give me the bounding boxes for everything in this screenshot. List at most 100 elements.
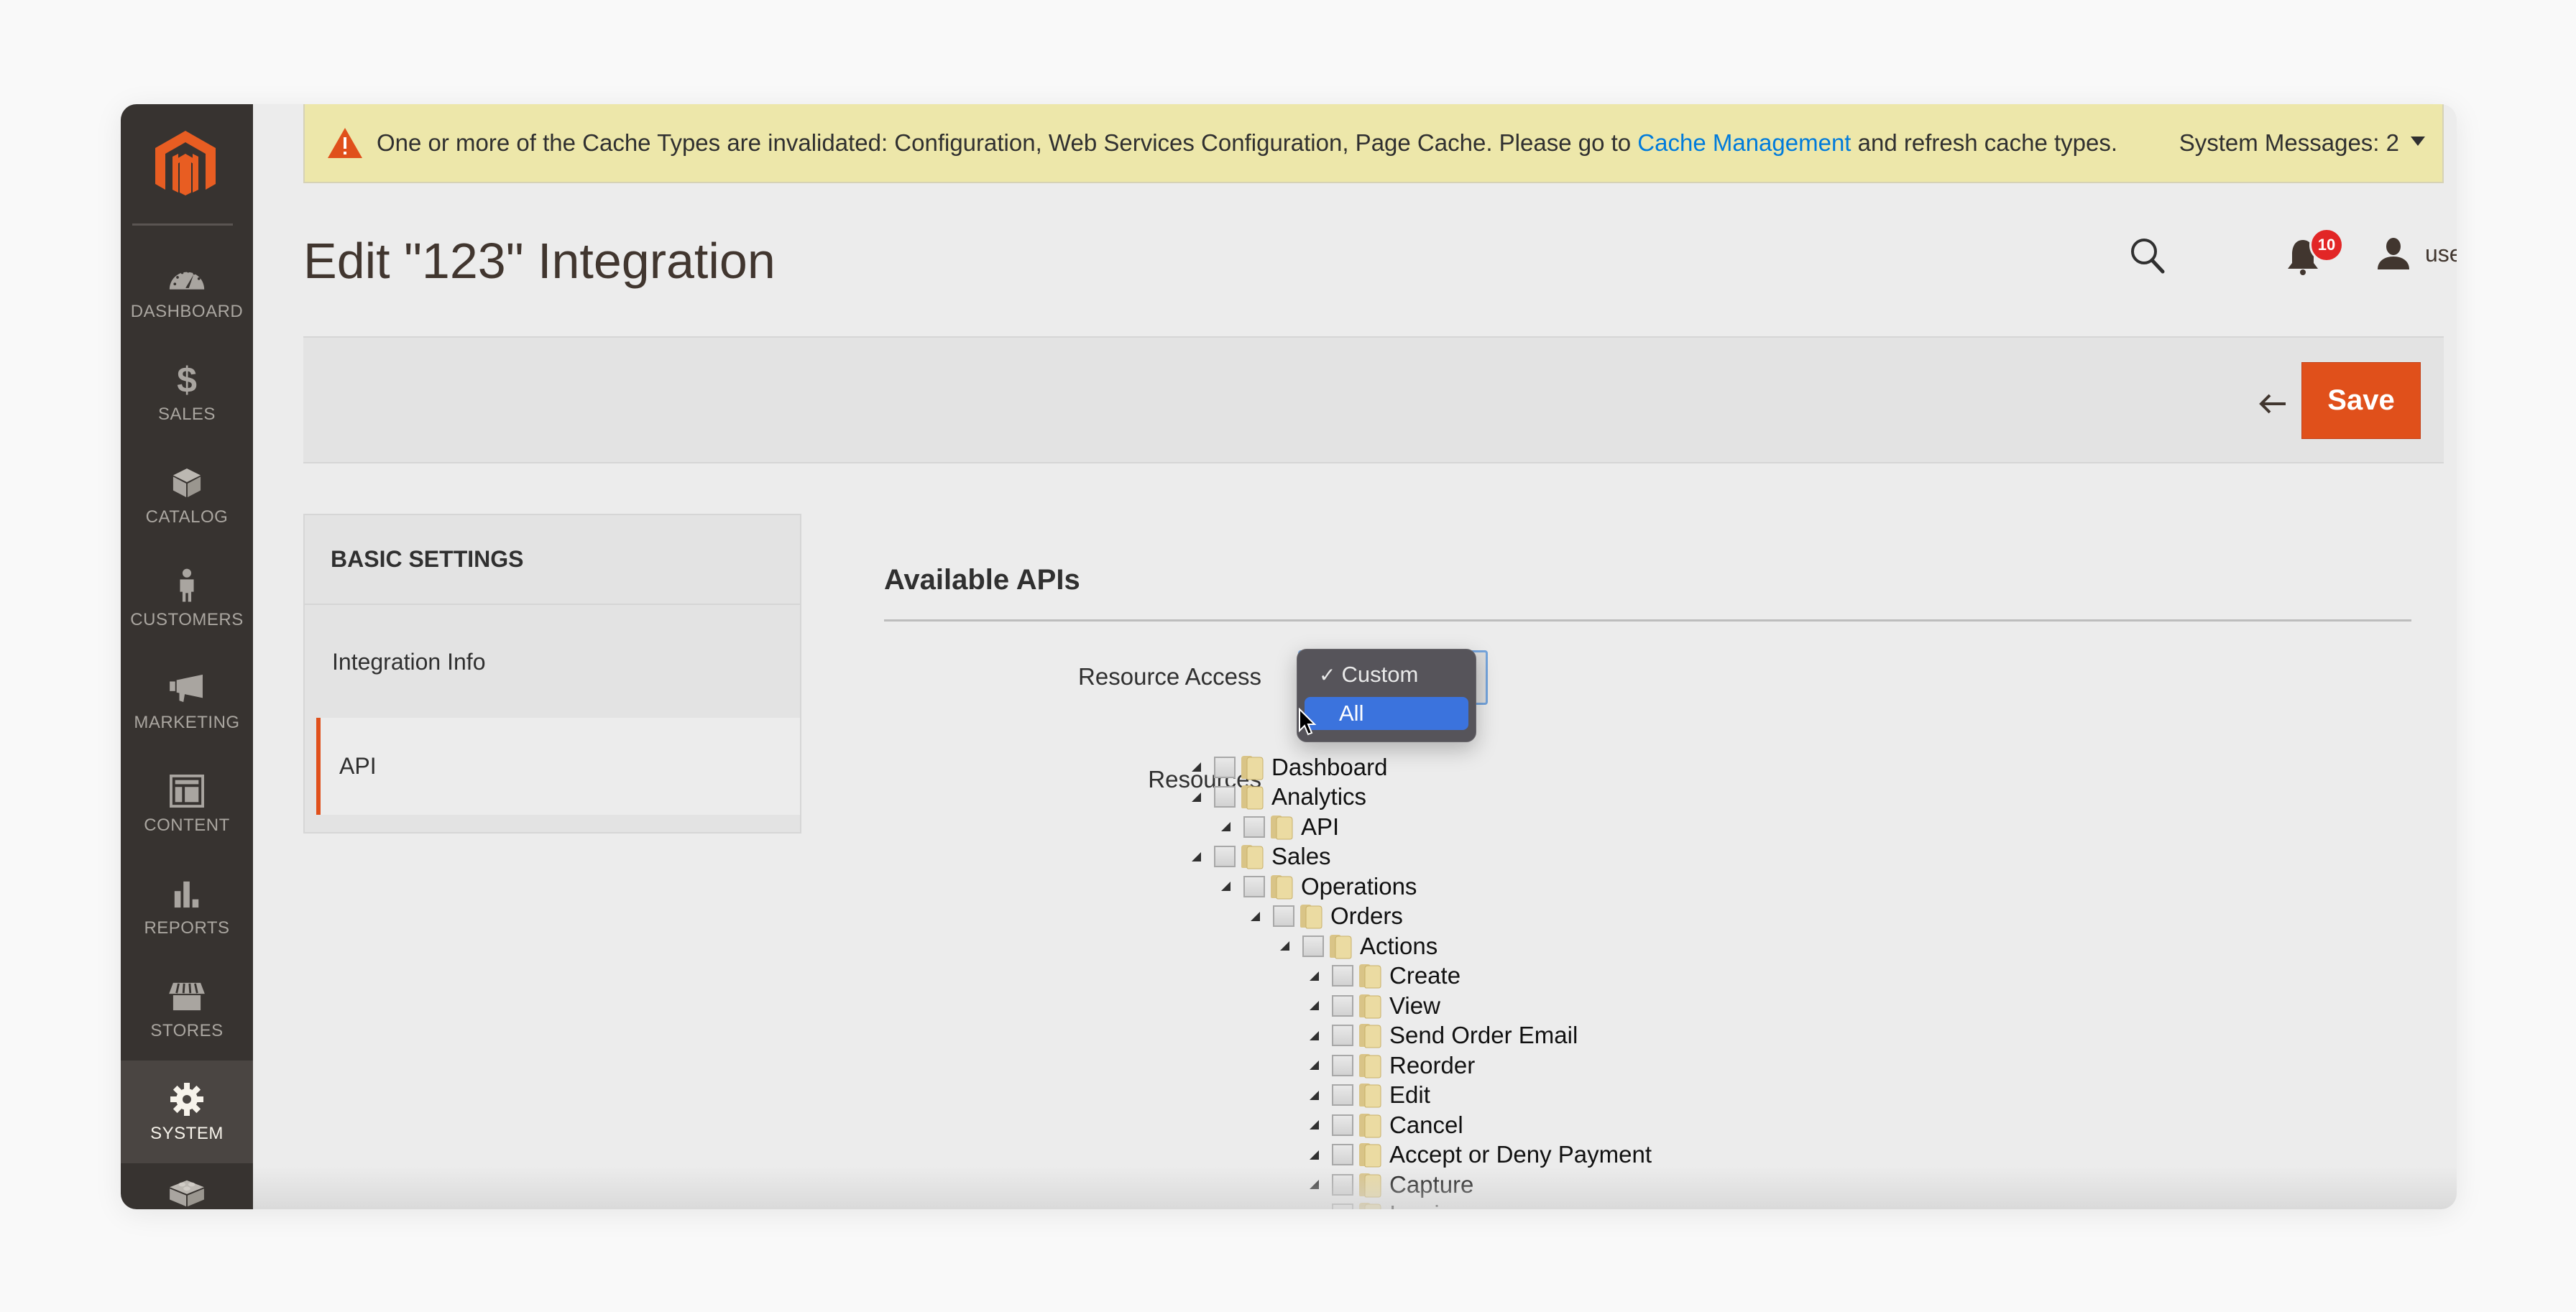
sidebar-item-label: Stores — [150, 1020, 224, 1040]
folder-icon — [1358, 1172, 1382, 1198]
tree-node[interactable]: Invoice — [1310, 1200, 1465, 1209]
expand-toggle-icon[interactable] — [1192, 762, 1201, 772]
tree-node-checkbox[interactable] — [1332, 1025, 1353, 1046]
tree-node[interactable]: Orders — [1251, 902, 1403, 931]
resource-access-dropdown: ✓ Custom All — [1297, 649, 1476, 742]
tree-node-label: Create — [1389, 962, 1461, 989]
expand-toggle-icon[interactable] — [1221, 822, 1230, 831]
expand-toggle-icon[interactable] — [1310, 1030, 1319, 1040]
tree-node[interactable]: Send Order Email — [1310, 1021, 1578, 1050]
expand-toggle-icon[interactable] — [1192, 792, 1201, 802]
expand-toggle-icon[interactable] — [1310, 1120, 1319, 1129]
magento-logo-icon[interactable] — [152, 129, 218, 201]
folder-icon — [1358, 1082, 1382, 1108]
tree-node[interactable]: Operations — [1221, 872, 1417, 901]
sidebar-item-catalog[interactable]: Catalog — [121, 444, 253, 547]
tree-node-checkbox[interactable] — [1243, 816, 1265, 838]
section-title: Available APIs — [884, 564, 1080, 596]
tree-node-checkbox[interactable] — [1243, 875, 1265, 897]
tree-node[interactable]: Dashboard — [1192, 752, 1387, 782]
sidebar-item-label: Sales — [158, 404, 216, 424]
tree-node-label: Analytics — [1271, 783, 1367, 810]
tree-node-checkbox[interactable] — [1214, 846, 1236, 867]
expand-toggle-icon[interactable] — [1192, 851, 1201, 861]
tree-node[interactable]: Cancel — [1310, 1110, 1463, 1140]
system-messages-toggle[interactable]: System Messages: 2 — [2179, 129, 2399, 157]
tree-node-checkbox[interactable] — [1332, 1114, 1353, 1136]
save-button[interactable]: Save — [2301, 362, 2421, 439]
tree-node-checkbox[interactable] — [1214, 756, 1236, 778]
expand-toggle-icon[interactable] — [1310, 1180, 1319, 1189]
tab-api[interactable]: API — [316, 718, 800, 815]
tree-node-label: Cancel — [1389, 1111, 1463, 1138]
tree-node-checkbox[interactable] — [1332, 1054, 1353, 1076]
tree-node-checkbox[interactable] — [1302, 935, 1324, 957]
sidebar-item-content[interactable]: Content — [121, 752, 253, 855]
folder-icon — [1358, 1022, 1382, 1048]
sidebar-item-system[interactable]: System — [121, 1061, 253, 1163]
expand-toggle-icon[interactable] — [1310, 1001, 1319, 1010]
tree-node[interactable]: Accept or Deny Payment — [1310, 1140, 1652, 1170]
expand-toggle-icon[interactable] — [1251, 911, 1260, 921]
tree-node-checkbox[interactable] — [1332, 965, 1353, 987]
tree-node-checkbox[interactable] — [1273, 905, 1294, 927]
user-account-menu[interactable]: user — [2376, 234, 2457, 274]
search-icon[interactable] — [2128, 236, 2166, 276]
tree-node-label: Invoice — [1389, 1201, 1465, 1209]
folder-icon — [1299, 903, 1323, 929]
sidebar-item-extensions[interactable] — [121, 1163, 253, 1209]
tree-node[interactable]: Reorder — [1310, 1050, 1475, 1080]
sidebar-item-marketing[interactable]: Marketing — [121, 650, 253, 752]
tree-node-checkbox[interactable] — [1332, 1173, 1353, 1196]
tree-node[interactable]: API — [1221, 812, 1339, 841]
tab-integration-info[interactable]: Integration Info — [318, 606, 801, 718]
tree-node[interactable]: Actions — [1280, 931, 1438, 961]
tree-node-checkbox[interactable] — [1332, 1144, 1353, 1165]
tree-node[interactable]: Sales — [1192, 842, 1331, 872]
expand-toggle-icon[interactable] — [1310, 971, 1319, 981]
sidebar-item-label: System — [150, 1123, 224, 1143]
sidebar-item-stores[interactable]: Stores — [121, 958, 253, 1061]
expand-toggle-icon[interactable] — [1310, 1061, 1319, 1070]
tree-node-checkbox[interactable] — [1332, 1204, 1353, 1209]
expand-toggle-icon[interactable] — [1280, 941, 1289, 951]
tree-node[interactable]: Edit — [1310, 1081, 1430, 1110]
folder-icon — [1358, 1053, 1382, 1078]
expand-toggle-icon[interactable] — [1221, 882, 1230, 891]
dropdown-option-all[interactable]: All — [1305, 697, 1468, 730]
layout-icon — [167, 772, 207, 810]
system-message-bar: One or more of the Cache Types are inval… — [303, 104, 2444, 183]
tree-node[interactable]: Analytics — [1192, 782, 1366, 812]
sidebar-item-dashboard[interactable]: Dashboard — [121, 239, 253, 341]
tree-node-label: Sales — [1271, 843, 1331, 869]
storefront-icon — [167, 978, 207, 1015]
page-actions-bar: Back Save — [303, 336, 2444, 463]
sidebar-item-sales[interactable]: $ Sales — [121, 341, 253, 444]
tree-node-checkbox[interactable] — [1332, 1084, 1353, 1106]
section-divider — [884, 619, 2411, 622]
tree-node[interactable]: Create — [1310, 961, 1460, 991]
tree-node-label: Actions — [1360, 932, 1438, 959]
sidebar-item-reports[interactable]: Reports — [121, 855, 253, 958]
notifications-count-badge[interactable]: 10 — [2309, 228, 2344, 262]
expand-toggle-icon[interactable] — [1310, 1090, 1319, 1100]
tree-node-label: Accept or Deny Payment — [1389, 1141, 1652, 1168]
logo-divider — [132, 223, 233, 226]
tree-node-checkbox[interactable] — [1214, 786, 1236, 808]
tree-node[interactable]: Capture — [1310, 1170, 1473, 1199]
cache-management-link[interactable]: Cache Management — [1637, 129, 1851, 156]
admin-sidebar: Dashboard $ Sales Catalog Customers Mark… — [121, 104, 253, 1209]
gear-icon — [167, 1081, 207, 1118]
folder-icon — [1358, 1142, 1382, 1168]
user-name: user — [2425, 240, 2457, 267]
app-window: Dashboard $ Sales Catalog Customers Mark… — [121, 104, 2457, 1209]
expand-toggle-icon[interactable] — [1310, 1150, 1319, 1160]
tree-node[interactable]: View — [1310, 991, 1440, 1020]
tree-node-checkbox[interactable] — [1332, 994, 1353, 1017]
tree-node-label: Orders — [1330, 902, 1403, 929]
sidebar-item-customers[interactable]: Customers — [121, 547, 253, 650]
lego-block-icon — [167, 1173, 207, 1209]
dropdown-option-custom[interactable]: ✓ Custom — [1305, 658, 1468, 691]
chevron-down-icon[interactable] — [2411, 137, 2425, 146]
folder-icon — [1269, 874, 1294, 900]
